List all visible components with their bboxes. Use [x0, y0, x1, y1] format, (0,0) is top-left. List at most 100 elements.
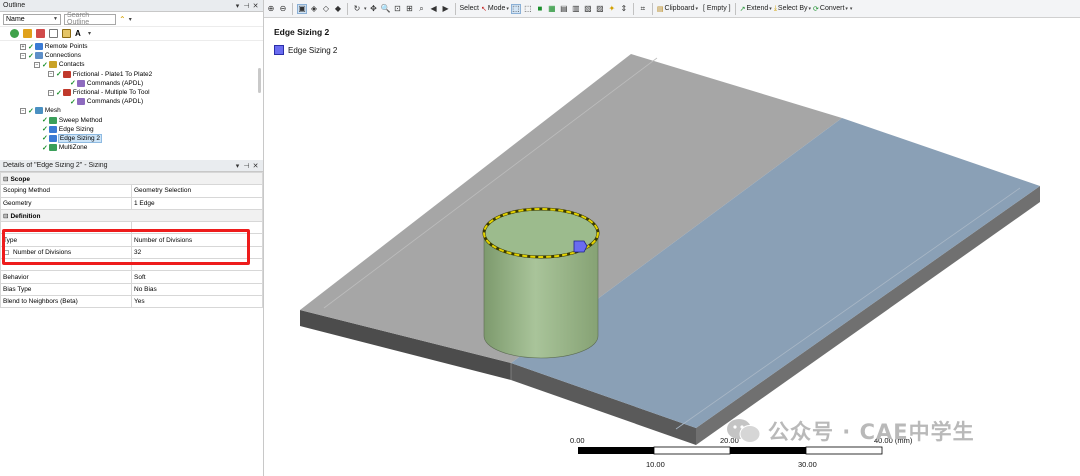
tree-item[interactable]: − ✓ Connections	[0, 51, 263, 60]
refresh-icon[interactable]	[10, 29, 19, 38]
status-check-icon: ✓	[28, 52, 34, 60]
property-value[interactable]: Soft	[131, 270, 263, 284]
graphics-viewport[interactable]: Edge Sizing 2 Edge Sizing 2 0.00 20.00 4…	[264, 18, 1080, 476]
panel-menu-icon[interactable]: ▾	[233, 2, 242, 10]
collapse-icon[interactable]: −	[48, 89, 54, 96]
property-value[interactable]: Number of Divisions	[131, 233, 263, 247]
collapse-icon[interactable]: −	[20, 52, 26, 59]
select-body-filter-icon[interactable]: ■	[535, 4, 545, 14]
status-check-icon: ✓	[70, 80, 76, 88]
details-row[interactable]: Blend to Neighbors (Beta) Yes	[0, 294, 263, 309]
tree-item[interactable]: ✓ Edge Sizing 2	[0, 133, 263, 143]
collapse-all-icon[interactable]	[62, 29, 71, 38]
convert-dropdown[interactable]: ⟳ Convert ▾	[813, 5, 848, 13]
panel-menu-icon[interactable]: ▾	[233, 162, 242, 170]
search-up-icon[interactable]: ⌃	[119, 15, 126, 24]
sort-icon[interactable]	[36, 29, 45, 38]
collapse-icon[interactable]: −	[20, 107, 26, 114]
tree-item[interactable]: ✓ Commands (APDL)	[0, 97, 263, 106]
select-element-icon[interactable]: ▨	[595, 4, 605, 14]
selection-option-icon[interactable]: ✦	[607, 4, 617, 14]
measure-icon[interactable]: ⇕	[619, 4, 629, 14]
pan-icon[interactable]: ✥	[369, 4, 379, 14]
property-value[interactable]: 1 Edge	[131, 196, 263, 210]
select-by-dropdown[interactable]: ⤓ Select By ▾	[774, 5, 811, 13]
close-icon[interactable]: ✕	[251, 2, 260, 10]
outline-title: Outline	[3, 2, 26, 9]
extend-dropdown[interactable]: ↗ Extend ▾	[740, 5, 772, 13]
tree-item[interactable]: + ✓ Remote Points	[0, 42, 263, 51]
property-value[interactable]	[131, 258, 263, 272]
details-row[interactable]	[0, 221, 263, 235]
chevron-down-icon[interactable]: ▾	[850, 6, 853, 12]
property-value[interactable]: Geometry Selection	[131, 184, 263, 198]
pin-icon[interactable]: ⊣	[242, 162, 251, 170]
status-check-icon: ✓	[28, 107, 34, 115]
tree-item[interactable]: − ✓ Contacts	[0, 60, 263, 69]
tree-item[interactable]: ✓ MultiZone	[0, 143, 263, 152]
tag-icon[interactable]	[23, 29, 32, 38]
select-vertex-filter-icon[interactable]: ▥	[571, 4, 581, 14]
magnifier-icon[interactable]: ⌕	[417, 4, 427, 14]
zoom-fit-icon[interactable]: ⊞	[405, 4, 415, 14]
status-check-icon: ✓	[70, 98, 76, 106]
tree-item[interactable]: − ✓ Frictional - Multiple To Tool	[0, 88, 263, 97]
select-node-icon[interactable]: ▧	[583, 4, 593, 14]
parameter-checkbox[interactable]	[4, 249, 9, 255]
close-icon[interactable]: ✕	[251, 162, 260, 170]
chevron-down-icon[interactable]: ▾	[88, 30, 91, 37]
chevron-down-icon[interactable]: ▾	[129, 16, 132, 23]
collapse-icon[interactable]: −	[34, 61, 40, 68]
zoom-out-icon[interactable]: ⊖	[278, 4, 288, 14]
select-edge-icon[interactable]: ◇	[321, 4, 331, 14]
collapse-icon[interactable]: −	[48, 71, 54, 78]
box-zoom-icon[interactable]: ⊡	[393, 4, 403, 14]
name-filter-combo[interactable]: Name ▼	[3, 13, 61, 25]
mode-dropdown[interactable]: ↖ Mode ▾	[481, 5, 509, 13]
outline-scrollbar[interactable]	[258, 68, 261, 93]
graphics-toolbar: ⊕ ⊖ ▣ ◈ ◇ ◆ ↻ ▾ ✥ 🔍 ⊡ ⊞ ⌕ ◀ ▶ Select ↖ Mo…	[264, 0, 1080, 18]
select-point-icon[interactable]: ⬚	[510, 3, 521, 14]
details-row[interactable]: Type Number of Divisions	[0, 233, 263, 247]
next-view-icon[interactable]: ▶	[441, 4, 451, 14]
property-value[interactable]: Yes	[131, 294, 263, 309]
details-row[interactable]: Bias Type No Bias	[0, 282, 263, 296]
details-row[interactable]	[0, 258, 263, 272]
search-input[interactable]: Search Outline	[64, 12, 116, 26]
details-row[interactable]: Number of Divisions 32	[0, 245, 263, 260]
previous-view-icon[interactable]: ◀	[429, 4, 439, 14]
zoom-in-icon[interactable]: ⊕	[266, 4, 276, 14]
font-size-icon[interactable]: A	[75, 29, 84, 38]
select-face-icon[interactable]: ◈	[309, 4, 319, 14]
tree-item[interactable]: − ✓ Frictional - Plate1 To Plate2	[0, 70, 263, 79]
expand-icon[interactable]: +	[20, 43, 26, 50]
property-value[interactable]: 32	[131, 245, 263, 260]
clipboard-dropdown[interactable]: ▤ Clipboard ▾	[657, 5, 698, 13]
select-button[interactable]: Select	[460, 5, 479, 12]
property-value[interactable]	[131, 221, 263, 235]
pin-icon[interactable]: ⊣	[242, 2, 251, 10]
tree-item[interactable]: ✓ Commands (APDL)	[0, 79, 263, 88]
watermark-text: 公众号 · CAE中学生	[768, 420, 975, 444]
select-face-filter-icon[interactable]: ▦	[547, 4, 557, 14]
rotate-icon[interactable]: ↻	[352, 4, 362, 14]
select-body-icon[interactable]: ▣	[297, 3, 307, 14]
zoom-icon[interactable]: 🔍	[381, 4, 391, 14]
tree-item[interactable]: ✓ Sweep Method	[0, 116, 263, 125]
tree-item[interactable]: − ✓ Mesh	[0, 106, 263, 115]
details-row[interactable]: Geometry 1 Edge	[0, 196, 263, 210]
details-category[interactable]: ⊟ Definition	[0, 208, 263, 223]
model-3d-view[interactable]	[264, 18, 1080, 476]
tree-node-icon	[76, 79, 85, 87]
select-vertex-icon[interactable]: ◆	[333, 4, 343, 14]
select-box-icon[interactable]: ⬚	[523, 4, 533, 14]
select-edge-filter-icon[interactable]: ▤	[559, 4, 569, 14]
expand-all-icon[interactable]	[49, 29, 58, 38]
property-name: Behavior	[0, 270, 132, 284]
details-category[interactable]: ⊟ Scope	[0, 171, 263, 186]
property-value[interactable]: No Bias	[131, 282, 263, 296]
tree-item[interactable]: ✓ Edge Sizing	[0, 125, 263, 134]
details-row[interactable]: Scoping Method Geometry Selection	[0, 184, 263, 198]
details-row[interactable]: Behavior Soft	[0, 270, 263, 284]
ruler-icon[interactable]: ⌗	[638, 4, 648, 14]
